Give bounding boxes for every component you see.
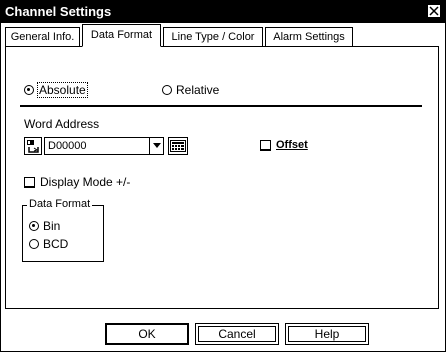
radio-unselected-icon xyxy=(29,239,39,249)
tab-label: Line Type / Color xyxy=(171,31,255,43)
tab-label: Data Format xyxy=(90,29,153,41)
display-mode-checkbox-row[interactable]: Display Mode +/- xyxy=(24,175,130,189)
ok-button[interactable]: OK xyxy=(105,323,189,345)
tab-data-format[interactable]: Data Format xyxy=(82,24,161,47)
close-icon xyxy=(429,6,439,16)
ok-label: OK xyxy=(138,327,156,341)
bin-label: Bin xyxy=(43,219,61,233)
data-format-panel: Absolute Relative Word Address D00000 Of… xyxy=(5,46,439,309)
tab-alarm-settings[interactable]: Alarm Settings xyxy=(265,27,353,46)
chevron-down-icon xyxy=(152,143,161,148)
channel-settings-dialog: Channel Settings General Info. Data Form… xyxy=(0,0,446,352)
address-input-mode-button[interactable] xyxy=(24,137,42,155)
relative-label: Relative xyxy=(176,83,220,97)
window-title: Channel Settings xyxy=(5,4,112,19)
cancel-label: Cancel xyxy=(218,327,256,341)
tab-label: Alarm Settings xyxy=(273,31,345,43)
divider xyxy=(20,105,422,107)
word-address-field[interactable]: D00000 xyxy=(44,137,150,155)
data-format-group: Data Format Bin BCD xyxy=(22,198,104,262)
offset-label: Offset xyxy=(276,139,308,151)
absolute-radio[interactable]: Absolute xyxy=(24,82,88,98)
cancel-button[interactable]: Cancel xyxy=(195,323,279,345)
display-mode-checkbox[interactable] xyxy=(24,176,35,188)
keypad-icon xyxy=(170,140,186,152)
bcd-radio[interactable]: BCD xyxy=(29,237,68,251)
dropdown-button[interactable] xyxy=(150,137,164,155)
offset-checkbox-row[interactable]: Offset xyxy=(260,139,308,151)
data-format-group-title: Data Format xyxy=(27,198,93,210)
keypad-button[interactable] xyxy=(168,137,188,155)
word-address-combo[interactable]: D00000 xyxy=(44,137,164,155)
radio-unselected-icon xyxy=(162,85,172,95)
bcd-label: BCD xyxy=(43,237,69,251)
bin-radio[interactable]: Bin xyxy=(29,219,60,233)
close-button[interactable] xyxy=(427,4,441,18)
display-mode-label: Display Mode +/- xyxy=(40,175,131,189)
title-bar: Channel Settings xyxy=(1,1,445,23)
help-label: Help xyxy=(314,327,340,341)
radio-selected-icon xyxy=(29,221,39,231)
help-button[interactable]: Help xyxy=(285,323,369,345)
address-icon xyxy=(27,140,39,153)
absolute-label: Absolute xyxy=(37,82,88,98)
tab-line-type-color[interactable]: Line Type / Color xyxy=(163,27,263,46)
radio-selected-icon xyxy=(24,85,34,95)
tab-general-info[interactable]: General Info. xyxy=(5,27,80,46)
offset-checkbox[interactable] xyxy=(260,139,271,151)
tab-label: General Info. xyxy=(10,31,75,43)
relative-radio[interactable]: Relative xyxy=(162,83,219,97)
word-address-label: Word Address xyxy=(24,117,100,131)
